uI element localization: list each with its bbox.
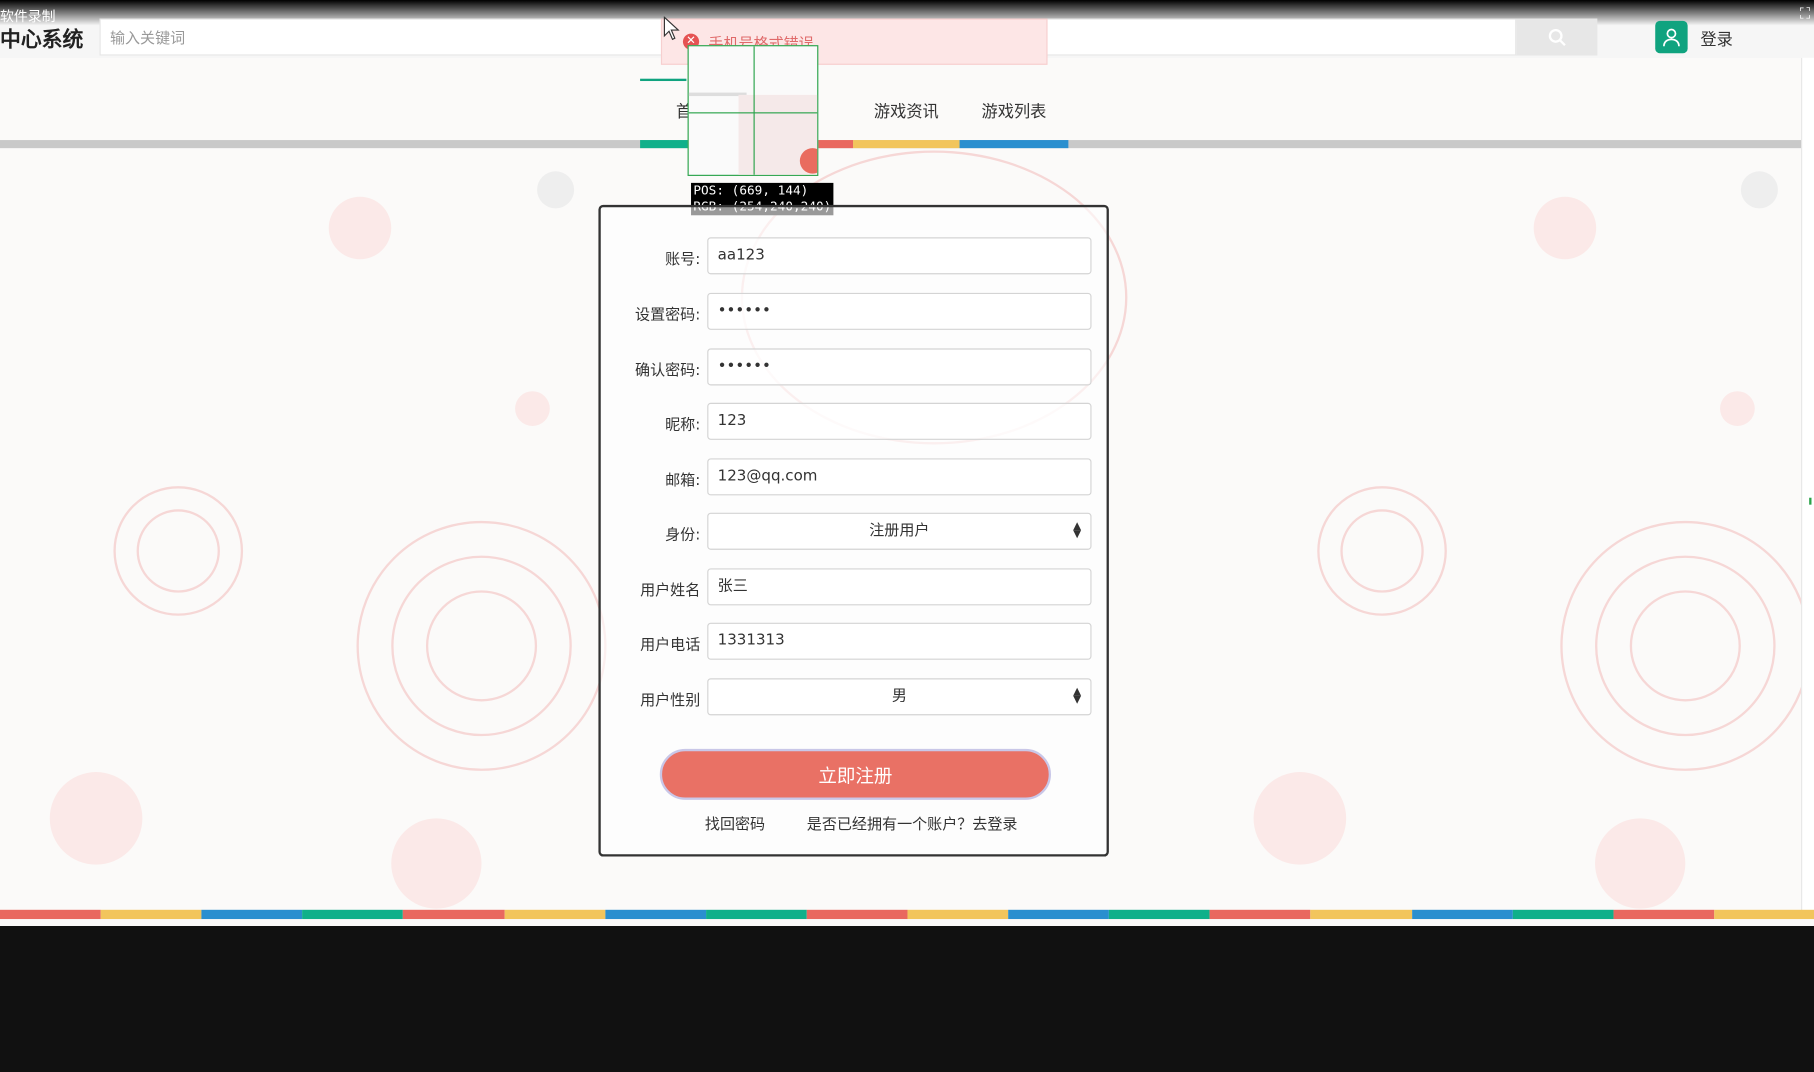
search-button[interactable] — [1516, 18, 1598, 56]
field-row-phone: 用户电话 1331313 — [601, 622, 1111, 660]
footer-stripe — [0, 909, 1814, 920]
gender-select[interactable]: 男 ▲ ▼ — [707, 678, 1092, 716]
phone-input[interactable]: 1331313 — [707, 622, 1092, 660]
confirm-password-input[interactable]: •••••• — [707, 348, 1092, 386]
email-label: 邮箱: — [665, 472, 701, 490]
nav-strip-game-news — [853, 140, 960, 149]
email-input[interactable]: 123@qq.com — [707, 458, 1092, 496]
site-title: 中心系统 — [0, 27, 84, 53]
nav-active-indicator — [640, 78, 687, 82]
fullscreen-icon[interactable]: ⛶ — [1800, 6, 1811, 23]
field-row-real-name: 用户姓名 张三 — [601, 568, 1111, 606]
password-input[interactable]: •••••• — [707, 292, 1092, 330]
page: 软件录制 ⛶ 中心系统 登录 首页 公告 游戏资讯 游戏列表 ✕ 手机号格式错误… — [0, 0, 1814, 926]
field-row-password: 设置密码: •••••• — [601, 292, 1111, 330]
real-name-input[interactable]: 张三 — [707, 568, 1092, 606]
login-link[interactable]: 登录 — [1700, 28, 1732, 51]
real-name-label: 用户姓名 — [640, 582, 701, 600]
field-row-confirm-password: 确认密码: •••••• — [601, 348, 1111, 386]
nav-strip-game-list — [959, 140, 1069, 149]
nickname-label: 昵称: — [665, 416, 701, 435]
field-row-role: 身份: 注册用户 ▲ ▼ — [601, 512, 1111, 550]
register-form: 账号: aa123 设置密码: •••••• 确认密码: •••••• 昵称: … — [598, 204, 1111, 857]
select-arrows-icon: ▲ ▼ — [1073, 520, 1082, 541]
phone-label: 用户电话 — [640, 636, 701, 654]
search-icon — [1548, 28, 1566, 46]
field-row-gender: 用户性别 男 ▲ ▼ — [601, 678, 1111, 716]
field-row-email: 邮箱: 123@qq.com — [601, 458, 1111, 496]
nav-item-game-news[interactable]: 游戏资讯 — [874, 100, 939, 123]
confirm-password-label: 确认密码: — [635, 362, 701, 380]
register-button[interactable]: 立即注册 — [659, 748, 1052, 800]
scrollbar-marker — [1809, 497, 1812, 505]
mouse-cursor-icon — [663, 16, 680, 41]
gender-select-value: 男 — [891, 687, 907, 705]
field-row-account: 账号: aa123 — [601, 237, 1111, 275]
role-label: 身份: — [665, 526, 701, 545]
select-arrows-icon: ▲ ▼ — [1073, 686, 1082, 707]
user-avatar[interactable] — [1655, 20, 1688, 54]
gender-label: 用户性别 — [640, 692, 701, 710]
field-row-nickname: 昵称: 123 — [601, 402, 1111, 440]
position-readout: POS: (669, 144) — [693, 182, 809, 198]
scrollbar[interactable] — [1801, 57, 1814, 915]
go-login-link[interactable]: 是否已经拥有一个账户？去登录 — [807, 811, 1018, 833]
password-label: 设置密码: — [635, 306, 701, 325]
forgot-password-link[interactable]: 找回密码 — [705, 811, 765, 833]
role-select-value: 注册用户 — [869, 522, 930, 540]
viewport: 软件录制 ⛶ 中心系统 登录 首页 公告 游戏资讯 游戏列表 ✕ 手机号格式错误… — [0, 0, 1814, 1072]
account-label: 账号: — [665, 251, 701, 269]
nav-item-game-list[interactable]: 游戏列表 — [982, 100, 1047, 123]
role-select[interactable]: 注册用户 ▲ ▼ — [707, 512, 1092, 550]
account-input[interactable]: aa123 — [707, 237, 1092, 275]
user-icon — [1663, 28, 1680, 47]
nickname-input[interactable]: 123 — [707, 402, 1092, 440]
color-picker-magnifier — [687, 45, 819, 176]
